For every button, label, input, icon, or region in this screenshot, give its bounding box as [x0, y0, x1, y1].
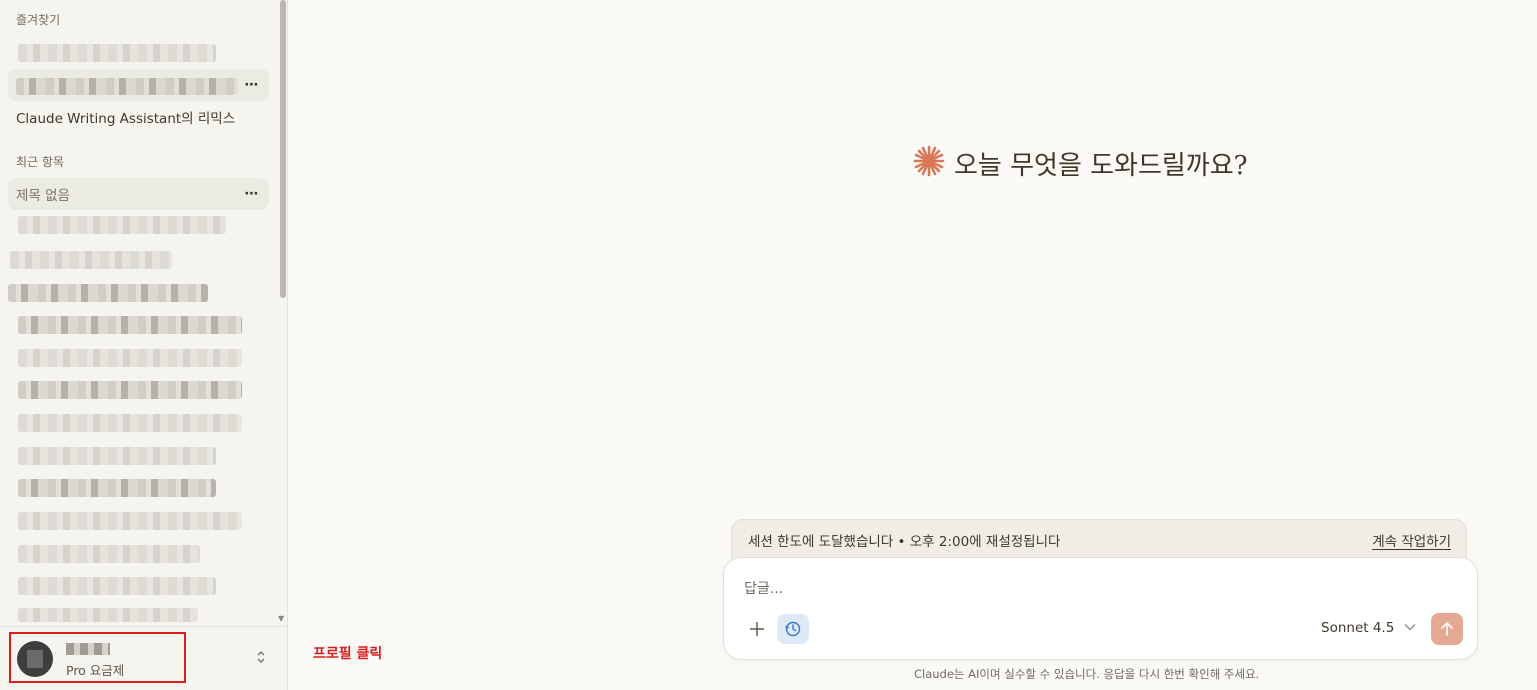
- greeting: 오늘 무엇을 도와드릴까요?: [912, 144, 1248, 182]
- favorite-item-redacted[interactable]: [18, 44, 216, 62]
- model-selector[interactable]: Sonnet 4.5: [1321, 620, 1416, 636]
- recent-item-redacted[interactable]: [18, 216, 226, 234]
- favorite-item-redacted-label: [16, 77, 238, 95]
- send-button[interactable]: [1431, 613, 1463, 645]
- profile-highlight-box: [9, 632, 186, 683]
- recent-item-redacted[interactable]: [18, 447, 216, 465]
- more-options-icon[interactable]: ⋯: [239, 72, 265, 98]
- claude-spark-icon: [912, 144, 946, 182]
- recent-item-redacted[interactable]: [18, 608, 198, 622]
- favorite-item-label: Claude Writing Assistant의 리믹스: [16, 111, 236, 127]
- clock-icon: [785, 621, 801, 637]
- recent-item-untitled[interactable]: 제목 없음 ⋯: [8, 178, 269, 210]
- scroll-down-arrow-icon[interactable]: ▼: [278, 614, 284, 623]
- favorites-section-label: 즐겨찾기: [16, 13, 61, 27]
- recent-item-label: 제목 없음: [16, 188, 70, 204]
- greeting-text: 오늘 무엇을 도와드릴까요?: [954, 150, 1248, 181]
- history-button[interactable]: [777, 614, 809, 644]
- reply-input[interactable]: [744, 578, 1244, 600]
- annotation-label: 프로필 클릭: [313, 646, 383, 662]
- sidebar: 즐겨찾기 ⋯ Claude Writing Assistant의 리믹스 최근 …: [0, 0, 288, 690]
- model-name: Sonnet 4.5: [1321, 620, 1395, 636]
- more-options-icon[interactable]: ⋯: [239, 181, 265, 207]
- favorite-item-claude-writing[interactable]: Claude Writing Assistant의 리믹스: [8, 101, 269, 133]
- recent-item-redacted[interactable]: [10, 251, 172, 269]
- session-limit-text: 세션 한도에 도달했습니다 • 오후 2:00에 재설정됩니다: [748, 534, 1061, 550]
- recent-item-redacted[interactable]: [18, 512, 242, 530]
- chevron-down-icon: [1404, 623, 1416, 634]
- composer: Sonnet 4.5: [723, 557, 1478, 660]
- continue-working-link[interactable]: 계속 작업하기: [1372, 530, 1451, 550]
- recent-item-redacted[interactable]: [18, 349, 242, 367]
- recents-section-label: 최근 항목: [16, 155, 64, 169]
- recent-item-redacted[interactable]: [18, 479, 216, 497]
- recent-item-redacted[interactable]: [18, 381, 242, 399]
- disclaimer-text: Claude는 AI이며 실수할 수 있습니다. 응답을 다시 한번 확인해 주…: [914, 667, 1260, 681]
- arrow-up-icon: [1441, 622, 1453, 636]
- recent-item-redacted[interactable]: [18, 545, 200, 563]
- favorite-item-active[interactable]: ⋯: [8, 69, 269, 101]
- recent-item-redacted[interactable]: [18, 414, 242, 432]
- add-attachment-button[interactable]: [744, 616, 770, 642]
- sidebar-scrollbar[interactable]: [280, 0, 286, 298]
- recent-item-redacted[interactable]: [8, 284, 208, 302]
- plus-icon: [750, 622, 764, 636]
- recent-item-redacted[interactable]: [18, 316, 242, 334]
- chevron-up-down-icon[interactable]: [256, 649, 266, 666]
- recent-item-redacted[interactable]: [18, 577, 216, 595]
